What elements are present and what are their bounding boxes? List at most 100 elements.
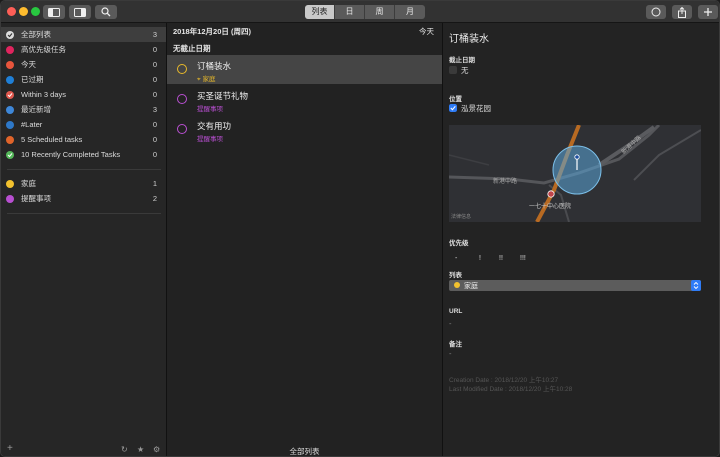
sidebar-item-today[interactable]: 今天 0 (1, 57, 166, 72)
tab-day-view[interactable]: 日 (335, 5, 365, 19)
app-window: 列表 日 周 月 全部列表 3 高优先级任务 0 今天 0 已过期 0 With… (0, 0, 720, 457)
sidebar-item-count: 0 (152, 60, 157, 69)
url-value[interactable]: - (449, 319, 452, 328)
sidebar-item-label: Within 3 days (21, 90, 67, 99)
list-label: 列表 (449, 272, 462, 279)
sidebar-item-count: 3 (152, 105, 157, 114)
detail-task-title[interactable]: 订桶装水 (449, 30, 489, 45)
sidebar-item-count: 2 (152, 194, 157, 203)
priority-medium-option[interactable]: !! (499, 255, 503, 262)
list-footer-title: 全部列表 (289, 447, 320, 456)
map-road-label: 新港中路 (493, 179, 518, 185)
list-dropdown-value: 家庭 (464, 283, 478, 290)
priority-none-option[interactable]: - (455, 255, 457, 262)
sidebar-item-family[interactable]: 家庭 1 (1, 176, 166, 191)
due-date-checkbox[interactable] (449, 66, 457, 74)
share-button[interactable] (672, 5, 692, 19)
location-map[interactable]: 新港中路 新港中路 一七十中心医院 法律信息 (449, 125, 701, 222)
map-legal-link[interactable]: 法律信息 (451, 213, 471, 220)
check-circle-icon (6, 90, 14, 99)
task-row[interactable]: 订桶装水 ⌖ 家庭 (167, 55, 442, 84)
sidebar-item-reminders[interactable]: 提醒事项 2 (1, 191, 166, 206)
sidebar-item-high-priority[interactable]: 高优先级任务 0 (1, 42, 166, 57)
refresh-icon[interactable]: ↻ (121, 445, 128, 454)
location-checkbox-checked-icon[interactable] (449, 104, 457, 112)
list-color-dot-icon (6, 120, 14, 129)
task-checkbox[interactable] (177, 124, 187, 134)
sidebar-item-label: 5 Scheduled tasks (21, 135, 83, 144)
list-color-dot-icon (454, 282, 460, 288)
sidebar-item-recently-added[interactable]: 最近新增 3 (1, 102, 166, 117)
sidebar-item-count: 1 (152, 179, 157, 188)
sidebar-item-count: 0 (152, 120, 157, 129)
add-list-button[interactable]: + (7, 443, 13, 454)
url-label: URL (449, 308, 463, 315)
sidebar-item-label: 高优先级任务 (21, 45, 66, 54)
list-dropdown[interactable]: 家庭 (449, 280, 701, 291)
sidebar-item-label: #Later (21, 120, 43, 129)
tab-week-view[interactable]: 周 (365, 5, 395, 19)
priority-low-option[interactable]: ! (479, 255, 481, 262)
map-drawing (449, 125, 701, 222)
toggle-detail-button[interactable] (69, 5, 91, 19)
sidebar-divider (7, 213, 161, 214)
close-window-button[interactable] (7, 7, 16, 16)
search-button[interactable] (95, 5, 117, 19)
today-button[interactable]: 今天 (419, 26, 434, 37)
notes-label: 备注 (449, 341, 462, 348)
list-color-dot-icon (6, 194, 14, 203)
due-date-label: 截止日期 (449, 57, 475, 64)
task-title: 买圣诞节礼物 (197, 91, 249, 101)
sidebar-divider (7, 169, 161, 170)
sidebar-item-count: 0 (152, 90, 157, 99)
add-task-button[interactable] (698, 5, 718, 19)
list-color-dot-icon (6, 105, 14, 114)
task-row[interactable]: 交有用功 提醒事项 (167, 115, 442, 144)
sidebar-item-later[interactable]: #Later 0 (1, 117, 166, 132)
sidebar-item-count: 0 (152, 45, 157, 54)
priority-high-option[interactable]: !!! (520, 255, 526, 262)
view-segmented-control: 列表 日 周 月 (305, 5, 425, 19)
list-color-dot-icon (6, 45, 14, 54)
check-circle-icon (6, 150, 14, 159)
sidebar-item-count: 0 (152, 150, 157, 159)
sidebar-right-icon (74, 7, 86, 17)
list-color-dot-icon (6, 179, 14, 188)
sidebar-item-within-3-days[interactable]: Within 3 days 0 (1, 87, 166, 102)
location-value: 泓景花园 (461, 104, 491, 113)
star-icon[interactable]: ★ (137, 445, 144, 454)
notes-value[interactable]: - (449, 349, 452, 358)
sidebar-item-recently-completed[interactable]: 10 Recently Completed Tasks 0 (1, 147, 166, 162)
task-checkbox[interactable] (177, 64, 187, 74)
sidebar-item-overdue[interactable]: 已过期 0 (1, 72, 166, 87)
toolbar: 列表 日 周 月 (1, 1, 719, 23)
sidebar-item-count: 3 (152, 30, 157, 39)
tab-month-view[interactable]: 月 (395, 5, 425, 19)
task-checkbox[interactable] (177, 94, 187, 104)
sidebar-item-label: 10 Recently Completed Tasks (21, 150, 121, 159)
date-header: 2018年12月20日 (周四) (173, 27, 251, 36)
last-modified-date: Last Modified Date : 2018/12/20 上午10:28 (449, 386, 573, 393)
task-list-pane: 2018年12月20日 (周四) 今天 无截止日期 订桶装水 ⌖ 家庭 买圣诞节… (167, 23, 443, 456)
tab-list-view[interactable]: 列表 (305, 5, 335, 19)
sidebar-item-all-lists[interactable]: 全部列表 3 (1, 27, 166, 42)
check-circle-icon (6, 30, 14, 39)
mark-complete-button[interactable] (646, 5, 666, 19)
sidebar-item-label: 今天 (21, 60, 36, 69)
task-list-name: 家庭 (202, 76, 216, 83)
toggle-sidebar-button[interactable] (43, 5, 65, 19)
sidebar-item-scheduled-tasks[interactable]: 5 Scheduled tasks 0 (1, 132, 166, 147)
task-row[interactable]: 买圣诞节礼物 提醒事项 (167, 85, 442, 114)
priority-label: 优先级 (449, 240, 469, 247)
task-list-tag: ⌖ 家庭 (197, 73, 215, 84)
minimize-window-button[interactable] (19, 7, 28, 16)
search-icon (101, 7, 111, 17)
location-label: 位置 (449, 96, 462, 103)
plus-icon (704, 8, 712, 16)
section-header-no-due-date: 无截止日期 (173, 44, 211, 53)
chevron-up-down-icon (691, 280, 701, 291)
gear-icon[interactable]: ⚙ (153, 445, 160, 454)
map-poi-label: 一七十中心医院 (529, 204, 572, 210)
list-color-dot-icon (6, 75, 14, 84)
zoom-window-button[interactable] (31, 7, 40, 16)
